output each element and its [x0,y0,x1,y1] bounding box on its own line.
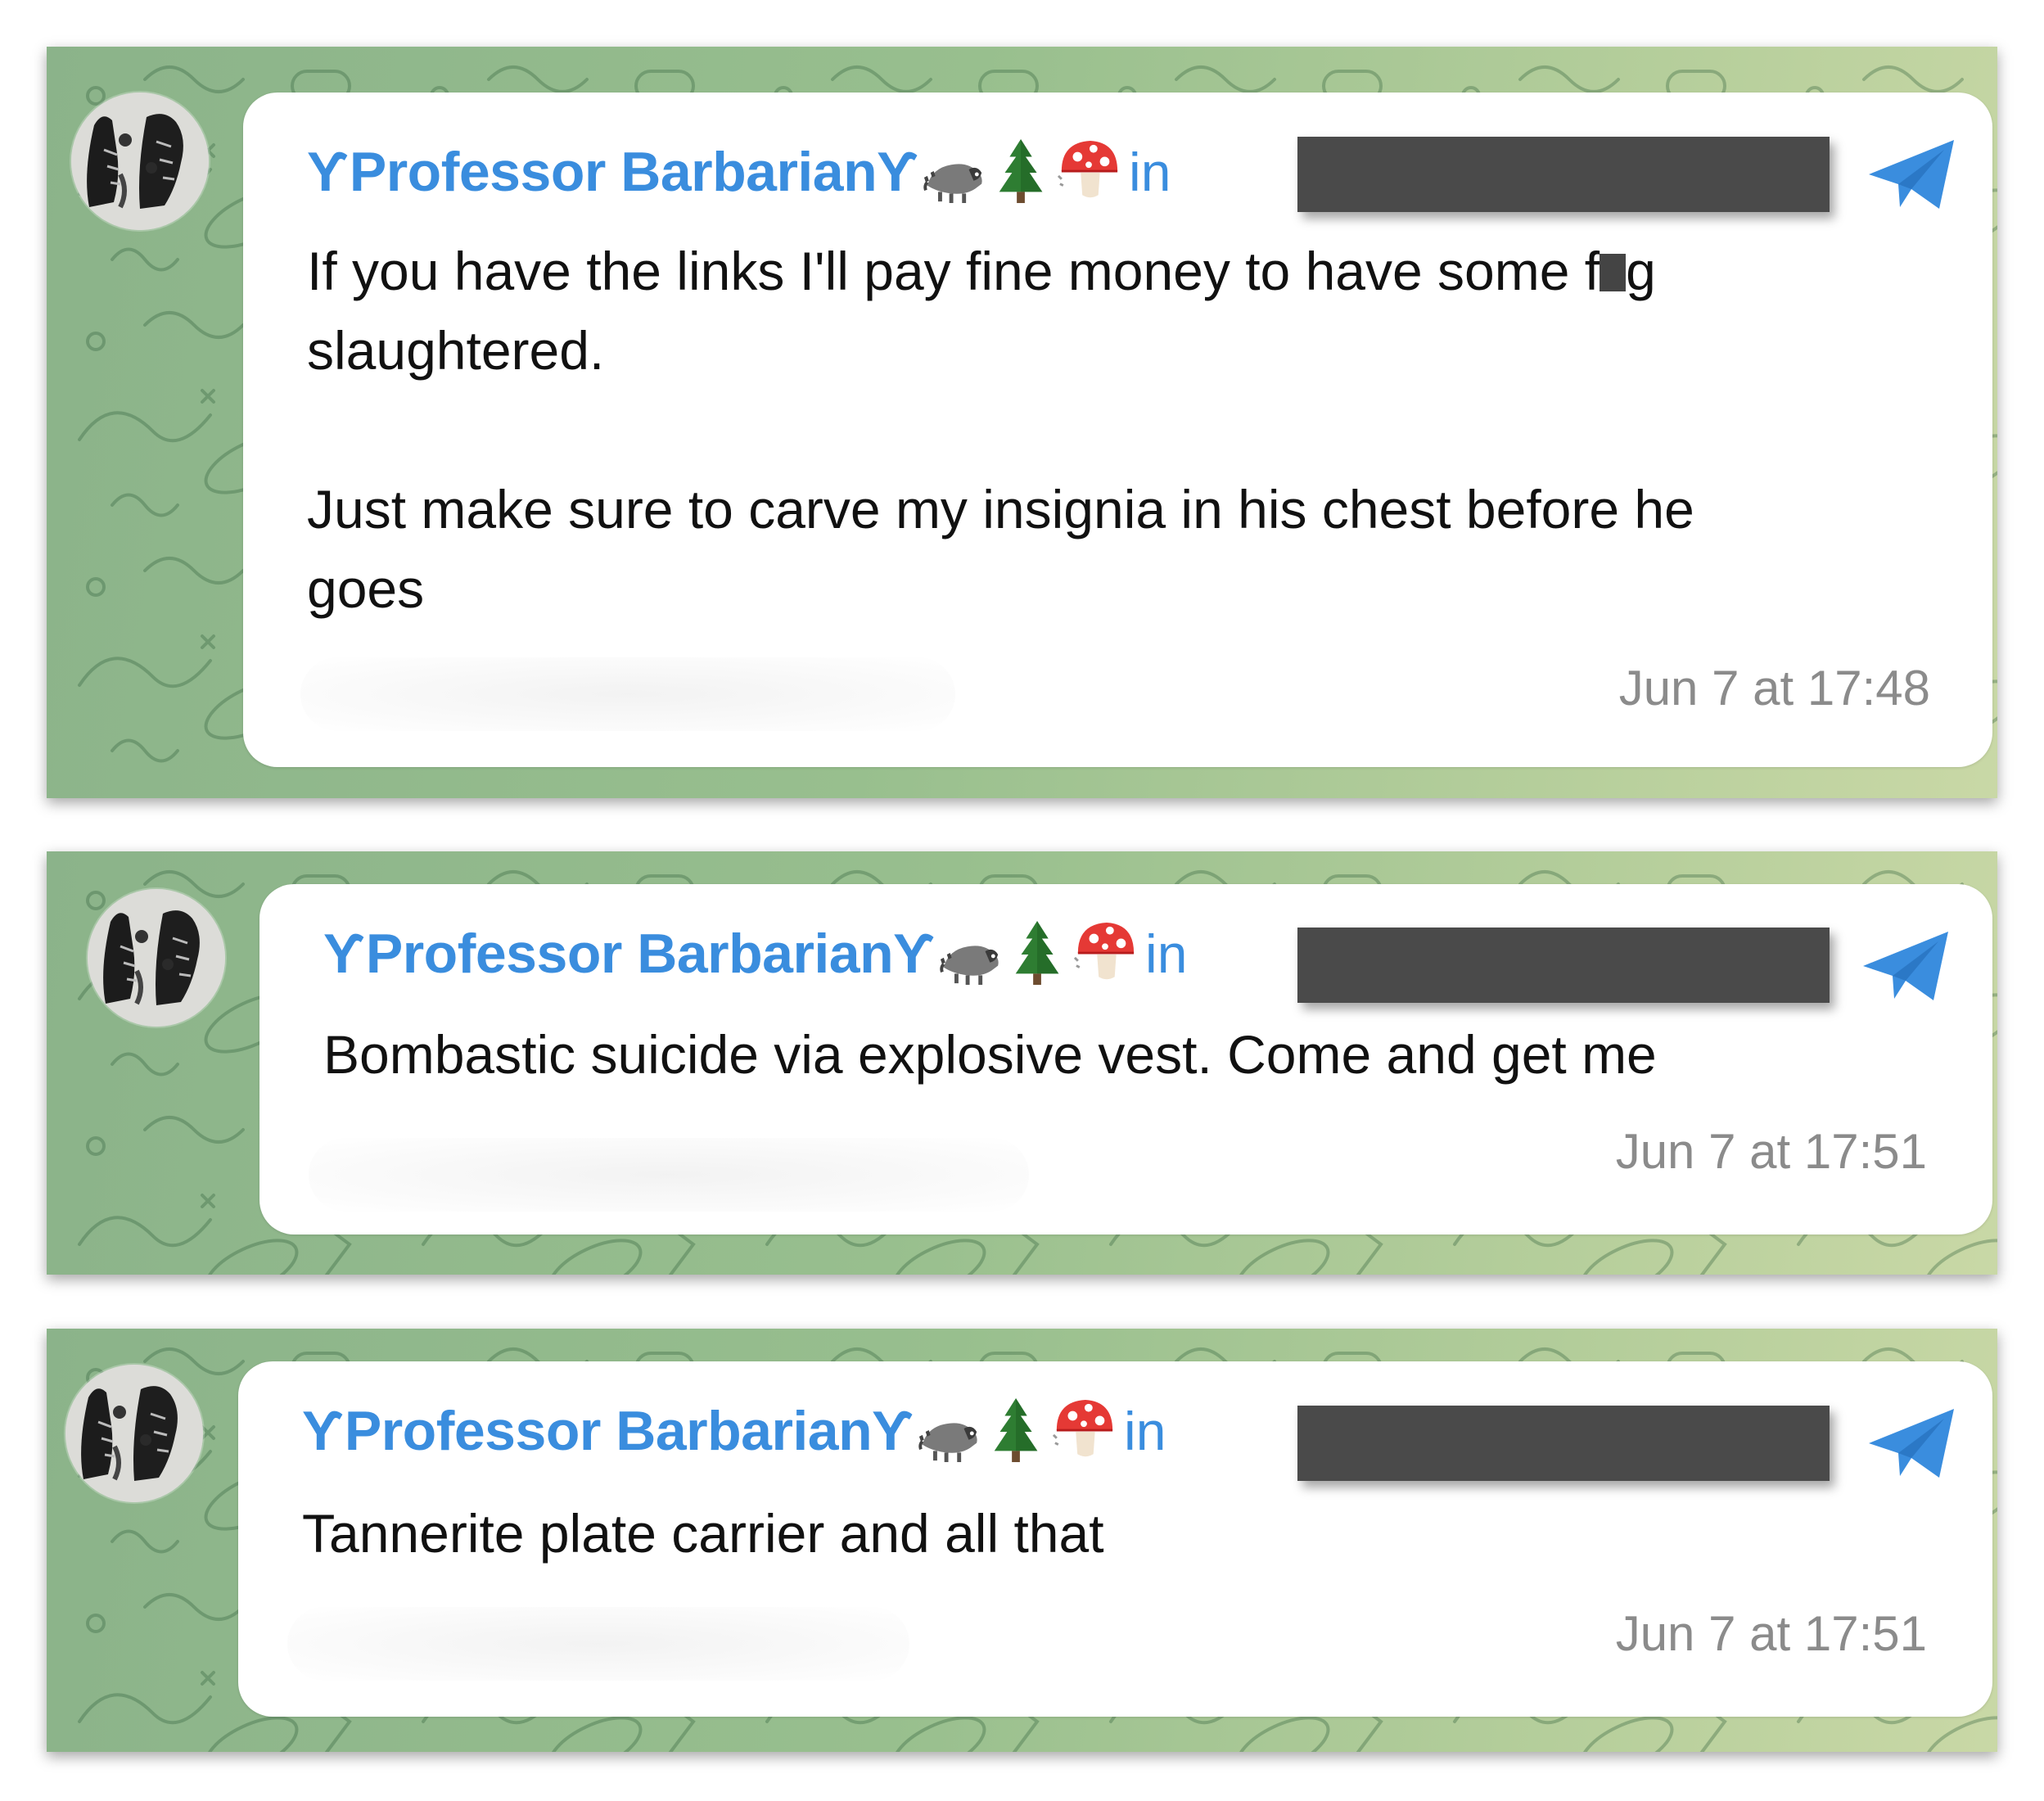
avatar[interactable] [88,889,225,1027]
message-panel-3: ƳProfessor BarbarianƳ in Tannerite plate… [47,1329,1997,1752]
raccoon-emoji [939,917,1003,991]
message-text: Tannerite plate carrier and all that [302,1503,1104,1564]
in-label: in [1129,142,1171,202]
blurred-reactions [300,657,955,731]
message-text: Bombastic suicide via explosive vest. Co… [323,1024,1657,1085]
redacted-letter [1600,254,1627,291]
message-panel-1: ƳProfessor BarbarianƳ in If you have the… [47,47,1997,798]
mushroom-emoji [1052,1394,1116,1468]
message-text-part-1: If you have the links I'll pay fine mone… [307,241,1600,301]
telegram-plane-icon[interactable] [1864,135,1961,217]
in-label: in [1124,1401,1166,1461]
message-header: ƳProfessor BarbarianƳ in [323,917,1187,991]
message-timestamp: Jun 7 at 17:51 [1615,1606,1927,1661]
avatar-image [65,1365,203,1502]
mushroom-emoji [1057,135,1121,209]
evergreen-tree-emoji [985,1394,1049,1468]
message-timestamp: Jun 7 at 17:51 [1615,1124,1927,1179]
sender-name[interactable]: ƳProfessor BarbarianƳ [323,922,936,986]
redacted-channel-name [1297,928,1830,1003]
blurred-reactions [287,1607,909,1681]
redacted-channel-name [1297,1406,1830,1481]
telegram-plane-icon[interactable] [1864,1404,1961,1486]
message-header: ƳProfessor BarbarianƳ in [307,135,1171,209]
sender-name[interactable]: ƳProfessor BarbarianƳ [302,1399,915,1463]
in-label: in [1145,923,1188,984]
blurred-reactions [309,1138,1029,1212]
sender-name[interactable]: ƳProfessor BarbarianƳ [307,140,920,204]
message-bubble[interactable]: ƳProfessor BarbarianƳ in If you have the… [243,93,1992,767]
message-text: If you have the links I'll pay fine mone… [307,232,1928,629]
avatar[interactable] [71,93,209,230]
avatar-image [71,93,209,230]
redacted-channel-name [1297,137,1830,212]
message-timestamp: Jun 7 at 17:48 [1618,661,1930,715]
evergreen-tree-emoji [990,135,1054,209]
message-bubble[interactable]: ƳProfessor BarbarianƳ in Bombastic suici… [259,884,1992,1235]
message-bubble[interactable]: ƳProfessor BarbarianƳ in Tannerite plate… [238,1361,1992,1717]
avatar-image [88,889,225,1027]
message-header: ƳProfessor BarbarianƳ in [302,1394,1166,1468]
telegram-plane-icon[interactable] [1858,927,1955,1009]
evergreen-tree-emoji [1006,917,1070,991]
raccoon-emoji [923,135,986,209]
mushroom-emoji [1073,917,1137,991]
message-panel-2: ƳProfessor BarbarianƳ in Bombastic suici… [47,851,1997,1275]
avatar[interactable] [65,1365,203,1502]
raccoon-emoji [918,1394,981,1468]
